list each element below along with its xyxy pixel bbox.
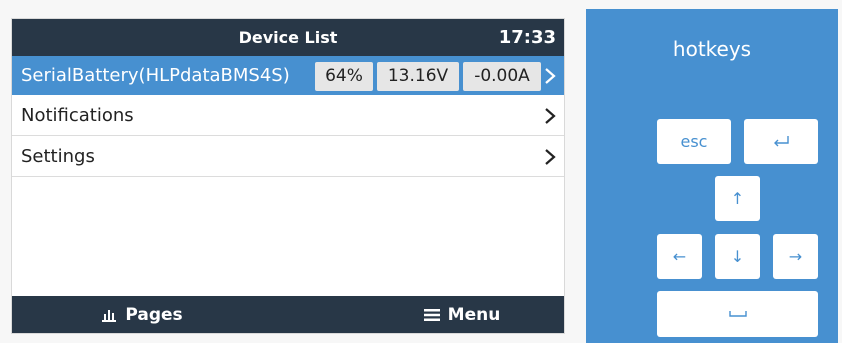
enter-icon (774, 135, 789, 146)
menu-row-settings[interactable]: Settings (12, 136, 564, 177)
clock: 17:33 (498, 27, 556, 48)
chevron-right-icon (545, 68, 556, 84)
bottom-bar: Pages Menu (12, 296, 564, 333)
right-arrow-key[interactable]: → (773, 234, 818, 279)
down-arrow-icon: ↓ (730, 247, 745, 266)
chevron-right-icon (545, 149, 556, 165)
pages-label: Pages (125, 304, 183, 325)
device-row-label: SerialBattery(HLPdataBMS4S) (21, 65, 290, 86)
device-row-serialbattery[interactable]: SerialBattery(HLPdataBMS4S) 64% 13.16V -… (12, 56, 564, 95)
pages-button[interactable]: Pages (52, 296, 232, 333)
device-screen: Device List 17:33 SerialBattery(HLPdataB… (11, 18, 565, 334)
up-arrow-key[interactable]: ↑ (715, 176, 760, 221)
page-title: Device List (238, 28, 338, 47)
esc-key[interactable]: esc (657, 119, 731, 164)
menu-row-label: Settings (21, 146, 95, 167)
current-badge: -0.00A (463, 62, 541, 91)
voltage-badge: 13.16V (377, 62, 459, 91)
up-arrow-icon: ↑ (730, 189, 745, 208)
menu-row-label: Notifications (21, 105, 134, 126)
left-arrow-icon: ← (672, 247, 687, 266)
hamburger-icon (423, 308, 440, 321)
hotkeys-panel: hotkeys esc ↑ ← ↓ → (586, 9, 838, 343)
bar-chart-icon (102, 309, 117, 322)
chevron-right-icon (545, 108, 556, 124)
page: Device List 17:33 SerialBattery(HLPdataB… (0, 0, 842, 343)
space-key[interactable] (657, 291, 818, 337)
soc-badge: 64% (315, 62, 373, 91)
menu-button[interactable]: Menu (372, 296, 552, 333)
esc-key-label: esc (680, 132, 708, 151)
right-arrow-icon: → (788, 247, 803, 266)
enter-key[interactable] (744, 119, 818, 164)
down-arrow-key[interactable]: ↓ (715, 234, 760, 279)
menu-row-notifications[interactable]: Notifications (12, 95, 564, 136)
left-arrow-key[interactable]: ← (657, 234, 702, 279)
title-bar: Device List 17:33 (12, 19, 564, 56)
menu-label: Menu (447, 304, 501, 325)
hotkeys-title: hotkeys (672, 37, 752, 61)
space-icon (728, 311, 747, 317)
